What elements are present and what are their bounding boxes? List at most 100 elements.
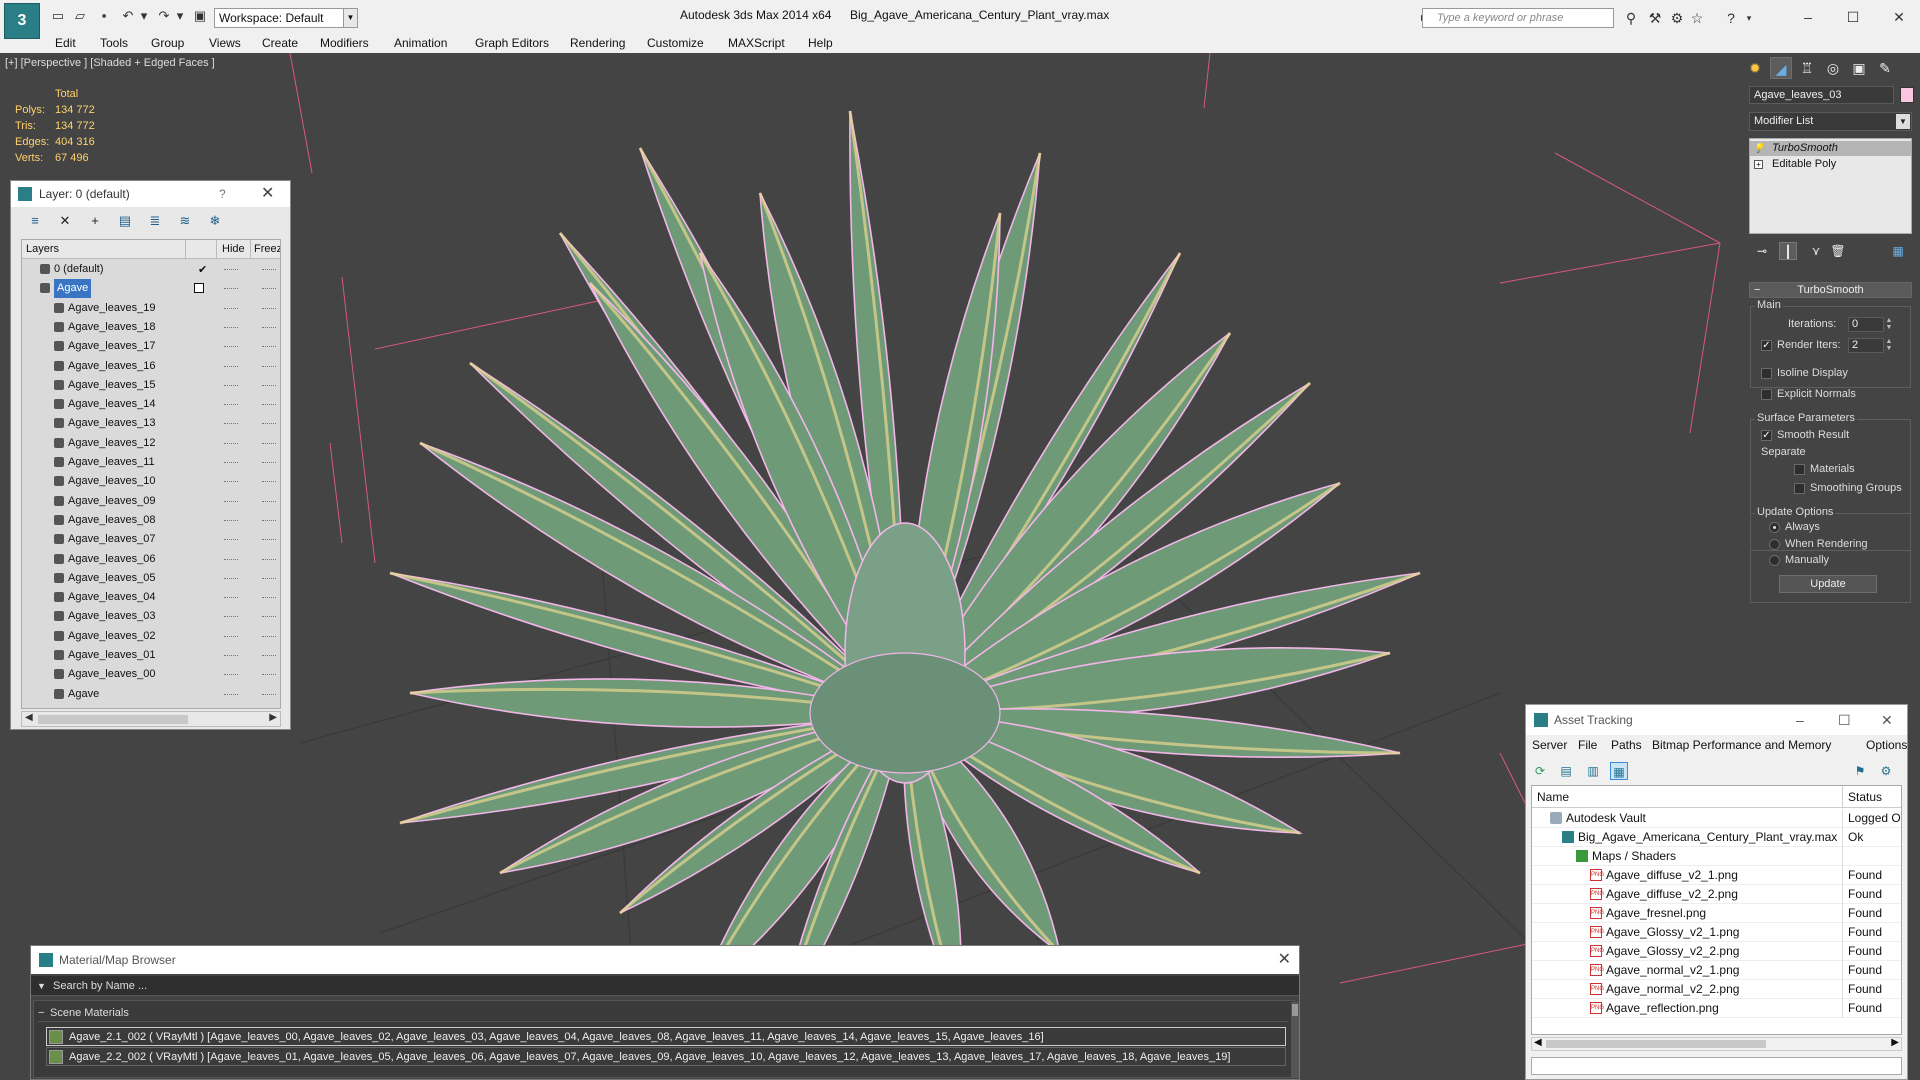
hide-toggle[interactable] bbox=[224, 404, 238, 406]
hide-toggle[interactable] bbox=[224, 539, 238, 541]
menu-create[interactable]: Create bbox=[262, 35, 298, 53]
render-iters-spinner-arrows[interactable]: ▲ ▼ bbox=[1885, 338, 1893, 353]
menu-graph-editors[interactable]: Graph Editors bbox=[475, 35, 549, 53]
hide-toggle[interactable] bbox=[224, 558, 238, 560]
material-item[interactable]: Agave_2.2_002 ( VRayMtl ) [Agave_leaves_… bbox=[46, 1047, 1286, 1066]
stack-item-turbosmooth[interactable]: 💡 TurboSmooth bbox=[1750, 141, 1911, 156]
material-list-scrollbar[interactable] bbox=[1291, 1002, 1299, 1078]
layer-row[interactable]: Agave_leaves_09 bbox=[22, 492, 280, 511]
close-icon[interactable]: ✕ bbox=[1881, 705, 1893, 735]
col-name[interactable]: Name bbox=[1537, 790, 1569, 804]
layer-row[interactable]: Agave_leaves_00 bbox=[22, 665, 280, 684]
layer-row[interactable]: Agave_leaves_03 bbox=[22, 607, 280, 626]
show-end-result-icon[interactable]: ┃ bbox=[1779, 242, 1797, 260]
scene-materials-group[interactable]: − Scene Materials bbox=[38, 1005, 1288, 1022]
freeze-toggle[interactable] bbox=[262, 288, 276, 290]
maximize-icon[interactable]: ☐ bbox=[1838, 6, 1868, 28]
viewport-label[interactable]: [+] [Perspective ] [Shaded + Edged Faces… bbox=[5, 57, 215, 69]
asset-row[interactable]: PNG Agave_fresnel.png Found bbox=[1532, 904, 1901, 923]
layer-row[interactable]: Agave_leaves_05 bbox=[22, 569, 280, 588]
subscription-icon[interactable]: ⚒ bbox=[1646, 9, 1664, 27]
object-name-field[interactable]: Agave_leaves_03 bbox=[1749, 86, 1894, 104]
minimize-icon[interactable]: – bbox=[1793, 6, 1823, 28]
freeze-toggle[interactable] bbox=[262, 616, 276, 618]
redo-dropdown-icon[interactable]: ▾ bbox=[172, 8, 188, 24]
col-hide[interactable]: Hide bbox=[222, 243, 245, 255]
scroll-thumb[interactable] bbox=[38, 715, 188, 724]
project-folder-icon[interactable]: ▣ bbox=[192, 8, 208, 24]
hide-toggle[interactable] bbox=[224, 519, 238, 521]
layer-row[interactable]: Agave_leaves_08 bbox=[22, 511, 280, 530]
asset-row[interactable]: Big_Agave_Americana_Century_Plant_vray.m… bbox=[1532, 828, 1901, 847]
layer-row[interactable]: Agave_leaves_04 bbox=[22, 588, 280, 607]
separate-smoothing-groups-checkbox[interactable] bbox=[1794, 483, 1805, 494]
hide-toggle[interactable] bbox=[224, 674, 238, 676]
layer-row[interactable]: Agave_leaves_01 bbox=[22, 646, 280, 665]
layer-row[interactable]: Agave_leaves_02 bbox=[22, 627, 280, 646]
minimize-icon[interactable]: – bbox=[1796, 705, 1804, 735]
layer-row[interactable]: Agave_leaves_12 bbox=[22, 434, 280, 453]
create-layer-icon[interactable]: ≡ bbox=[27, 213, 43, 229]
layer-row[interactable]: Agave bbox=[22, 279, 280, 299]
new-file-icon[interactable]: ▭ bbox=[50, 8, 66, 24]
turbosmooth-rollout-header[interactable]: − TurboSmooth bbox=[1749, 282, 1912, 298]
menu-views[interactable]: Views bbox=[209, 35, 241, 53]
undo-icon[interactable]: ↶ bbox=[120, 8, 136, 24]
freeze-toggle[interactable] bbox=[262, 346, 276, 348]
freeze-toggle[interactable] bbox=[262, 577, 276, 579]
communication-icon[interactable]: ⚙ bbox=[1668, 9, 1686, 27]
menu-bitmap-performance[interactable]: Bitmap Performance and Memory bbox=[1652, 738, 1831, 752]
menu-options[interactable]: Options bbox=[1866, 738, 1907, 752]
configure-modifier-sets-icon[interactable]: ▦ bbox=[1889, 242, 1907, 260]
freeze-toggle[interactable] bbox=[262, 307, 276, 309]
utilities-tab-icon[interactable]: ✎ bbox=[1874, 57, 1896, 79]
asset-row[interactable]: PNG Agave_diffuse_v2_1.png Found bbox=[1532, 866, 1901, 885]
freeze-toggle[interactable] bbox=[262, 462, 276, 463]
layer-row[interactable]: Agave_leaves_10 bbox=[22, 472, 280, 491]
update-when-rendering-radio[interactable] bbox=[1769, 539, 1780, 550]
hide-toggle[interactable] bbox=[224, 365, 238, 367]
menu-rendering[interactable]: Rendering bbox=[570, 35, 625, 53]
layer-row[interactable]: Agave_leaves_07 bbox=[22, 530, 280, 549]
menu-modifiers[interactable]: Modifiers bbox=[320, 35, 369, 53]
hide-toggle[interactable] bbox=[224, 597, 238, 599]
display-tab-icon[interactable]: ▣ bbox=[1848, 57, 1870, 79]
settings-icon[interactable]: ⚙ bbox=[1877, 762, 1895, 780]
hide-toggle[interactable] bbox=[224, 442, 238, 444]
help-icon[interactable]: ? bbox=[1722, 9, 1740, 27]
close-icon[interactable]: ✕ bbox=[1278, 946, 1291, 974]
hide-toggle[interactable] bbox=[224, 346, 238, 348]
layer-row[interactable]: Agave_leaves_16 bbox=[22, 357, 280, 376]
object-color-swatch[interactable] bbox=[1900, 87, 1914, 103]
asset-row[interactable]: Autodesk Vault Logged O bbox=[1532, 809, 1901, 828]
pin-stack-icon[interactable]: ⊸ bbox=[1753, 242, 1771, 260]
isoline-display-checkbox[interactable] bbox=[1761, 368, 1772, 379]
layer-row[interactable]: Agave_leaves_18 bbox=[22, 318, 280, 337]
explicit-normals-checkbox[interactable] bbox=[1761, 389, 1772, 400]
freeze-toggle[interactable] bbox=[262, 269, 276, 270]
motion-tab-icon[interactable]: ◎ bbox=[1822, 57, 1844, 79]
freeze-toggle[interactable] bbox=[262, 423, 276, 425]
scroll-thumb[interactable] bbox=[1546, 1040, 1766, 1048]
update-always-radio[interactable] bbox=[1769, 522, 1780, 533]
hide-toggle[interactable] bbox=[224, 693, 238, 695]
hide-toggle[interactable] bbox=[224, 635, 238, 637]
asset-row[interactable]: PNG Agave_Glossy_v2_2.png Found bbox=[1532, 942, 1901, 961]
freeze-toggle[interactable] bbox=[262, 500, 276, 502]
expand-plus-icon[interactable]: + bbox=[1754, 160, 1763, 169]
close-icon[interactable]: ✕ bbox=[261, 181, 274, 207]
menu-help[interactable]: Help bbox=[808, 35, 833, 53]
keyword-search-input[interactable]: Type a keyword or phrase bbox=[1422, 8, 1614, 28]
highlight-layer-icon[interactable]: ≣ bbox=[147, 213, 163, 229]
menu-maxscript[interactable]: MAXScript bbox=[728, 35, 785, 53]
scroll-left-icon[interactable]: ◀ bbox=[1534, 1037, 1542, 1048]
refresh-icon[interactable]: ⟳ bbox=[1531, 762, 1549, 780]
layer-row[interactable]: Agave_leaves_13 bbox=[22, 414, 280, 433]
asset-tracking-title-bar[interactable]: Asset Tracking – ☐ ✕ bbox=[1526, 705, 1907, 735]
layer-row[interactable]: Agave_leaves_17 bbox=[22, 337, 280, 356]
freeze-toggle[interactable] bbox=[262, 481, 276, 483]
hierarchy-tab-icon[interactable]: ♖ bbox=[1796, 57, 1818, 79]
list-view-icon[interactable]: ▤ bbox=[1557, 762, 1575, 780]
detail-view-icon[interactable]: ▥ bbox=[1584, 762, 1602, 780]
freeze-toggle[interactable] bbox=[262, 365, 276, 367]
